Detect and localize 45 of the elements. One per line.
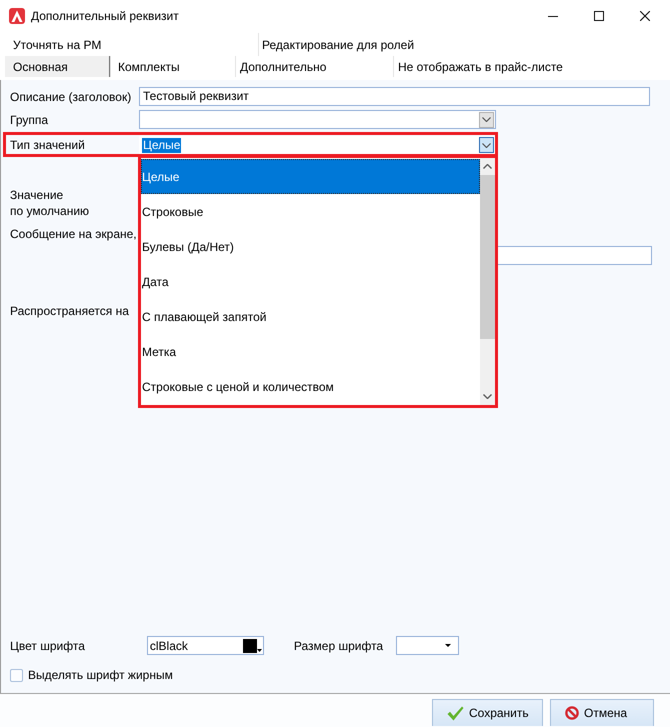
- combo-box[interactable]: [396, 636, 460, 655]
- caret-icon: [256, 649, 262, 652]
- field-label: Описание (заголовок): [10, 88, 132, 104]
- dropdown-option[interactable]: Строковые: [141, 194, 480, 229]
- dropdown-option[interactable]: Дата: [141, 264, 480, 299]
- combo-box[interactable]: Целые: [139, 136, 496, 154]
- checkbox[interactable]: [10, 668, 23, 682]
- dropdown-option[interactable]: Целые: [141, 159, 480, 194]
- dropdown-option[interactable]: С плавающей запятой: [141, 299, 480, 334]
- field-label: Сообщение на экране,: [10, 226, 137, 242]
- field-label: Размер шрифта: [294, 638, 384, 654]
- caret-icon: [445, 644, 452, 647]
- close-icon: [640, 11, 650, 21]
- field-label: Значение по умолчанию: [10, 187, 90, 219]
- scrollbar[interactable]: [480, 158, 495, 405]
- color-picker[interactable]: clBlack: [146, 636, 264, 655]
- dropdown-option[interactable]: Строковые с ценой и количеством: [141, 369, 480, 404]
- app-logo-icon: [9, 8, 25, 24]
- text-field[interactable]: Тестовый реквизит: [139, 87, 650, 106]
- checkbox-label: Выделять шрифт жирным: [28, 667, 173, 683]
- field-label: Группа: [10, 112, 48, 128]
- chevron-up-icon: [483, 164, 492, 169]
- maximize-icon: [594, 11, 604, 21]
- dialog-button[interactable]: Отмена: [550, 699, 654, 726]
- dropdown-option[interactable]: Метка: [141, 334, 480, 369]
- field-label: Тип значений: [10, 137, 85, 153]
- prohibition-icon: [565, 706, 579, 720]
- tab[interactable]: Уточнять на РМ: [5, 33, 258, 56]
- field-label: Цвет шрифта: [10, 638, 85, 654]
- tab[interactable]: Дополнительно: [235, 56, 393, 77]
- dialog-button[interactable]: Сохранить: [432, 699, 543, 726]
- chevron-down-icon: [483, 394, 492, 399]
- chevron-down-icon: [482, 142, 491, 148]
- dropdown-button[interactable]: [479, 112, 494, 128]
- window-title: Дополнительный реквизит: [31, 9, 179, 23]
- tab[interactable]: Комплекты: [110, 56, 235, 77]
- dropdown-option[interactable]: Булевы (Да/Нет): [141, 229, 480, 264]
- tab[interactable]: Не отображать в прайс-листе: [393, 56, 563, 77]
- checkmark-icon: [447, 706, 464, 720]
- chevron-down-icon: [482, 117, 491, 122]
- dropdown-button[interactable]: [479, 137, 494, 153]
- tab[interactable]: Редактирование для ролей: [258, 33, 414, 56]
- tab[interactable]: Основная: [5, 56, 110, 77]
- scrollbar-thumb[interactable]: [480, 175, 495, 339]
- field-label: Распространяется на: [10, 303, 129, 319]
